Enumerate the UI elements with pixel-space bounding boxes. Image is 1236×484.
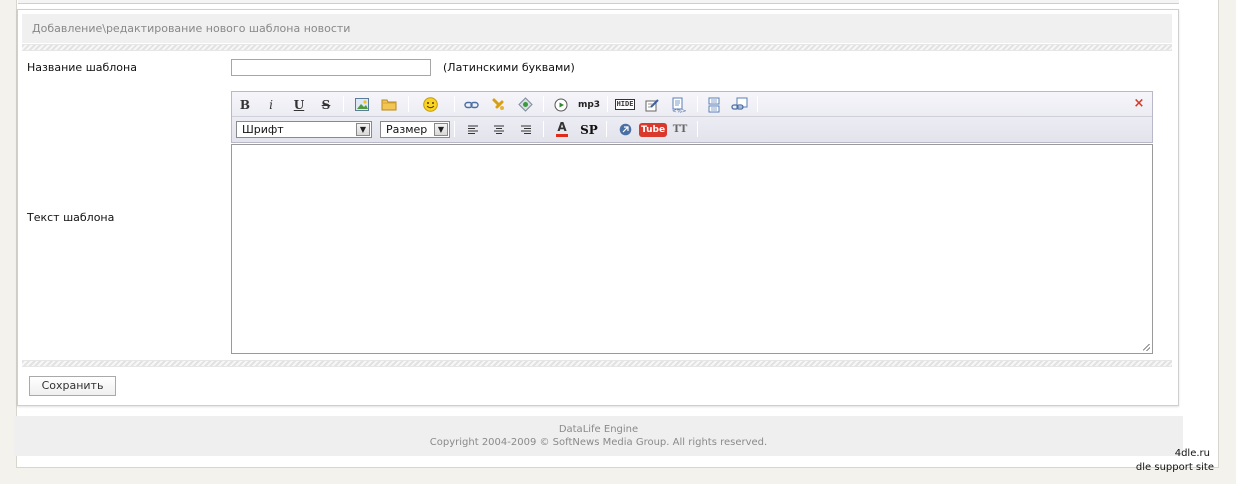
template-editor-panel: Добавление\редактирование нового шаблона… bbox=[17, 9, 1179, 406]
template-name-input[interactable] bbox=[231, 59, 431, 76]
email-icon[interactable] bbox=[516, 96, 534, 113]
toolbar-separator bbox=[543, 96, 544, 112]
page-link-icon[interactable] bbox=[731, 96, 749, 113]
chevron-down-icon: ▼ bbox=[356, 123, 370, 136]
font-select[interactable]: Шрифт ▼ bbox=[236, 121, 372, 138]
panel-title: Добавление\редактирование нового шаблона… bbox=[22, 14, 1172, 43]
template-text-label: Текст шаблона bbox=[27, 211, 115, 224]
toolbar-separator bbox=[606, 121, 607, 137]
italic-icon[interactable]: i bbox=[262, 96, 280, 113]
svg-text:<%>: <%> bbox=[672, 108, 686, 113]
translit-icon[interactable]: TT bbox=[670, 121, 690, 138]
page-break-icon[interactable] bbox=[705, 96, 723, 113]
code-icon[interactable]: <%> bbox=[669, 96, 687, 113]
link-icon[interactable] bbox=[462, 96, 480, 113]
toolbar-separator bbox=[697, 121, 698, 137]
footer: DataLife Engine Copyright 2004-2009 © So… bbox=[14, 416, 1183, 456]
toolbar-separator bbox=[454, 96, 455, 112]
align-left-icon[interactable] bbox=[464, 121, 482, 138]
top-divider bbox=[18, 0, 1179, 4]
align-center-icon[interactable] bbox=[490, 121, 508, 138]
hatched-divider bbox=[22, 360, 1172, 367]
close-icon[interactable]: × bbox=[1132, 96, 1146, 112]
color-swatch bbox=[556, 134, 568, 137]
toolbar-separator bbox=[454, 121, 455, 137]
quote-icon[interactable] bbox=[643, 96, 661, 113]
flash-icon[interactable] bbox=[616, 121, 634, 138]
toolbar-separator bbox=[697, 96, 698, 112]
text-color-label: A bbox=[557, 120, 567, 134]
footer-engine-name: DataLife Engine bbox=[558, 424, 639, 435]
video-icon[interactable] bbox=[552, 96, 570, 113]
template-name-hint: (Латинскими буквами) bbox=[443, 61, 575, 74]
toolbar-separator bbox=[343, 96, 344, 112]
mp3-icon[interactable]: mp3 bbox=[576, 96, 602, 113]
toolbar-separator bbox=[543, 121, 544, 137]
site-caption: dle support site bbox=[1135, 462, 1214, 473]
image-icon[interactable] bbox=[353, 96, 371, 113]
toolbar-separator bbox=[757, 96, 758, 112]
font-select-value: Шрифт bbox=[242, 123, 284, 136]
youtube-label: Tube bbox=[638, 122, 668, 137]
align-right-icon[interactable] bbox=[517, 121, 535, 138]
leech-link-icon[interactable] bbox=[489, 96, 507, 113]
size-select-value: Размер bbox=[386, 123, 428, 136]
size-select[interactable]: Размер ▼ bbox=[380, 121, 450, 138]
save-button[interactable]: Сохранить bbox=[29, 376, 116, 396]
editor-toolbar: B i U S mp3 HIDE <%> × Шрифт ▼ Размер ▼ … bbox=[231, 91, 1153, 143]
smiley-icon[interactable] bbox=[421, 96, 439, 113]
toolbar-row-1: B i U S mp3 HIDE <%> × bbox=[232, 92, 1152, 117]
underline-icon[interactable]: U bbox=[290, 96, 308, 113]
template-name-label: Название шаблона bbox=[27, 61, 137, 74]
hide-icon[interactable]: HIDE bbox=[613, 96, 637, 113]
hide-icon-label: HIDE bbox=[614, 99, 636, 110]
bold-icon[interactable]: B bbox=[236, 96, 254, 113]
footer-copyright: Copyright 2004-2009 © SoftNews Media Gro… bbox=[429, 437, 768, 448]
folder-icon[interactable] bbox=[380, 96, 398, 113]
chevron-down-icon: ▼ bbox=[434, 123, 448, 136]
hatched-divider bbox=[22, 44, 1172, 51]
toolbar-separator bbox=[607, 96, 608, 112]
toolbar-row-2: Шрифт ▼ Размер ▼ A SP Tube TT bbox=[232, 117, 1152, 142]
toolbar-separator bbox=[408, 96, 409, 112]
youtube-icon[interactable]: Tube bbox=[638, 121, 668, 138]
resize-grip-icon[interactable] bbox=[1143, 344, 1150, 351]
template-text-area[interactable] bbox=[231, 144, 1153, 354]
spoiler-icon[interactable]: SP bbox=[578, 121, 600, 138]
strikethrough-icon[interactable]: S bbox=[317, 96, 335, 113]
site-link[interactable]: 4dle.ru bbox=[1175, 448, 1210, 459]
text-color-icon[interactable]: A bbox=[553, 121, 571, 138]
